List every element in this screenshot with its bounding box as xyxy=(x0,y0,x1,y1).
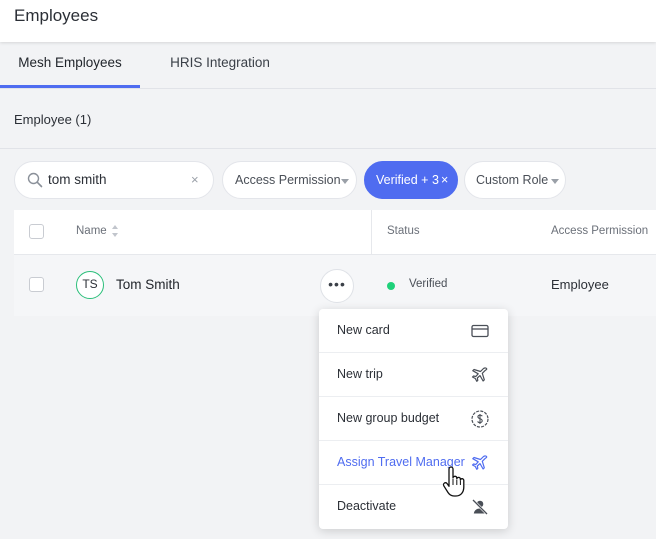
verified-filter-label: Verified + 3 xyxy=(376,173,439,187)
select-all-checkbox[interactable] xyxy=(29,224,44,239)
hand-cursor-icon xyxy=(442,466,465,497)
plane-icon xyxy=(471,455,488,470)
status-dot xyxy=(387,282,395,290)
menu-item-new-card[interactable]: New card xyxy=(319,309,508,353)
clear-search-icon[interactable]: × xyxy=(191,172,199,187)
column-header-status: Status xyxy=(387,225,420,237)
search-icon xyxy=(27,172,43,188)
chevron-down-icon xyxy=(551,179,559,184)
employee-count-title: Employee (1) xyxy=(14,112,92,127)
access-permission-filter[interactable]: Access Permission xyxy=(222,161,357,199)
user-off-icon xyxy=(472,499,488,515)
tab-hris-integration[interactable]: HRIS Integration xyxy=(150,42,290,88)
menu-item-label: New trip xyxy=(337,367,383,381)
employees-table: Name Status Access Permission TS Tom Smi… xyxy=(14,210,656,316)
menu-item-label: Deactivate xyxy=(337,499,397,513)
avatar: TS xyxy=(76,271,104,299)
search-value: tom smith xyxy=(48,172,107,187)
menu-item-new-group-budget[interactable]: New group budget xyxy=(319,397,508,441)
menu-item-assign-travel-manager[interactable]: Assign Travel Manager xyxy=(319,441,508,485)
clear-verified-filter-icon[interactable]: × xyxy=(441,173,448,187)
menu-item-label: New card xyxy=(337,323,390,337)
actions-menu: New card New trip New group budget Assig… xyxy=(319,309,508,529)
plane-icon xyxy=(471,367,488,382)
tab-bar: Mesh Employees HRIS Integration xyxy=(0,42,656,88)
table-row[interactable]: TS Tom Smith ••• Verified Employee xyxy=(14,255,656,316)
sort-icon[interactable] xyxy=(111,224,119,238)
search-input[interactable]: tom smith × xyxy=(14,161,214,199)
menu-item-label: New group budget xyxy=(337,411,440,425)
custom-role-filter-label: Custom Role xyxy=(476,173,549,187)
verified-filter[interactable]: Verified + 3 × xyxy=(364,161,458,199)
menu-item-new-trip[interactable]: New trip xyxy=(319,353,508,397)
card-icon xyxy=(471,324,489,338)
menu-item-deactivate[interactable]: Deactivate xyxy=(319,485,508,529)
column-header-name[interactable]: Name xyxy=(76,225,107,237)
access-permission-filter-label: Access Permission xyxy=(235,173,341,187)
row-checkbox[interactable] xyxy=(29,277,44,292)
chevron-down-icon xyxy=(341,179,349,184)
access-permission-value: Employee xyxy=(551,277,609,292)
more-actions-button[interactable]: ••• xyxy=(320,269,354,303)
custom-role-filter[interactable]: Custom Role xyxy=(464,161,566,199)
top-bar: Employees xyxy=(0,0,656,42)
column-header-access-permission: Access Permission xyxy=(551,225,649,237)
section-divider xyxy=(0,148,656,149)
tab-mesh-employees[interactable]: Mesh Employees xyxy=(0,42,140,88)
table-header: Name Status Access Permission xyxy=(14,210,656,255)
employee-name[interactable]: Tom Smith xyxy=(116,277,180,292)
page-title: Employees xyxy=(14,6,99,25)
tab-divider xyxy=(0,88,656,89)
dollar-circle-icon xyxy=(471,410,489,428)
status-text: Verified xyxy=(409,278,448,290)
